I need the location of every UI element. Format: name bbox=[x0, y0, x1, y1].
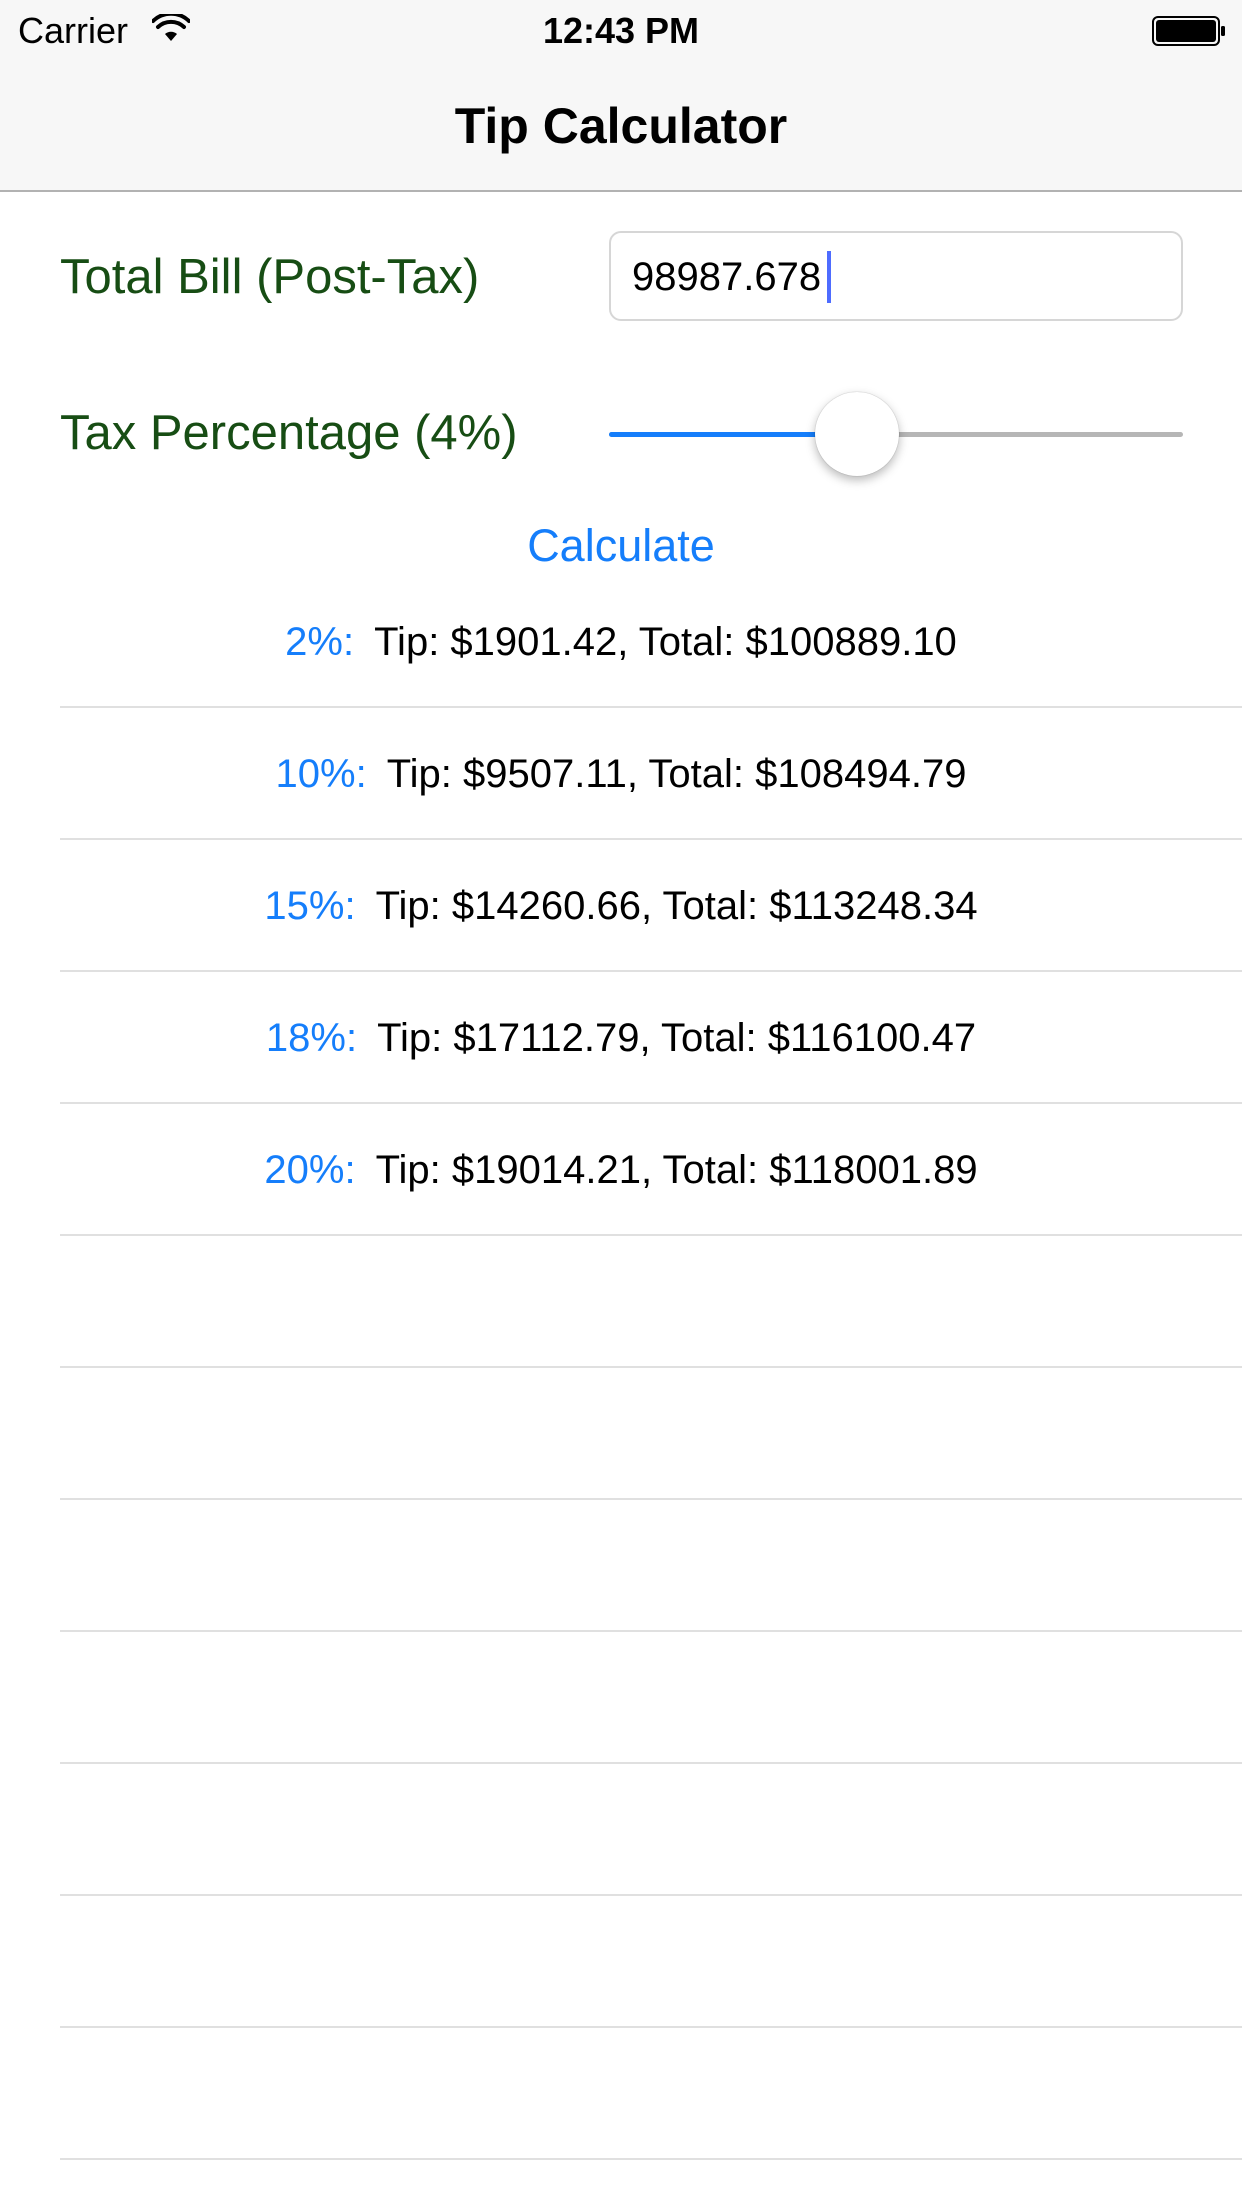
result-row: 20%: Tip: $19014.21, Total: $118001.89 bbox=[0, 1104, 1242, 1236]
result-row: 10%: Tip: $9507.11, Total: $108494.79 bbox=[0, 708, 1242, 840]
tip-percent-label: 2%: bbox=[285, 619, 355, 664]
empty-row bbox=[0, 1632, 1242, 1764]
page-title: Tip Calculator bbox=[454, 98, 788, 154]
tip-percent-label: 10%: bbox=[275, 751, 367, 796]
battery-icon bbox=[1152, 16, 1225, 46]
row-separator bbox=[60, 2158, 1242, 2160]
status-time: 12:43 PM bbox=[542, 10, 700, 51]
total-bill-input[interactable]: 98987.678 bbox=[609, 231, 1183, 321]
tip-result-text: Tip: $17112.79, Total: $116100.47 bbox=[377, 1015, 977, 1060]
empty-row bbox=[0, 1236, 1242, 1368]
tip-percent-label: 15%: bbox=[264, 883, 356, 928]
text-caret bbox=[827, 251, 831, 303]
result-row: 18%: Tip: $17112.79, Total: $116100.47 bbox=[0, 972, 1242, 1104]
empty-row bbox=[0, 1500, 1242, 1632]
tip-result-text: Tip: $19014.21, Total: $118001.89 bbox=[375, 1147, 978, 1192]
empty-row bbox=[0, 1764, 1242, 1896]
slider-thumb[interactable] bbox=[814, 392, 899, 476]
result-row: 15%: Tip: $14260.66, Total: $113248.34 bbox=[0, 840, 1242, 972]
tip-percent-label: 20%: bbox=[264, 1147, 356, 1192]
empty-row bbox=[0, 2028, 1242, 2160]
navigation-bar: Tip Calculator bbox=[0, 62, 1242, 192]
tip-percent-label: 18%: bbox=[265, 1015, 358, 1060]
result-row: 2%: Tip: $1901.42, Total: $100889.10 bbox=[0, 576, 1242, 708]
tax-percentage-slider[interactable] bbox=[609, 384, 1183, 484]
calculate-button[interactable]: Calculate bbox=[0, 518, 1242, 574]
tip-result-text: Tip: $1901.42, Total: $100889.10 bbox=[374, 619, 957, 664]
total-bill-label: Total Bill (Post-Tax) bbox=[60, 250, 480, 304]
total-bill-value: 98987.678 bbox=[632, 255, 822, 299]
tip-result-text: Tip: $14260.66, Total: $113248.34 bbox=[375, 883, 978, 928]
tip-result-text: Tip: $9507.11, Total: $108494.79 bbox=[386, 751, 967, 796]
status-bar: Carrier 12:43 PM bbox=[0, 0, 1242, 62]
empty-row bbox=[0, 1896, 1242, 2028]
empty-row bbox=[0, 1368, 1242, 1500]
tax-percentage-label: Tax Percentage (4%) bbox=[60, 406, 518, 460]
